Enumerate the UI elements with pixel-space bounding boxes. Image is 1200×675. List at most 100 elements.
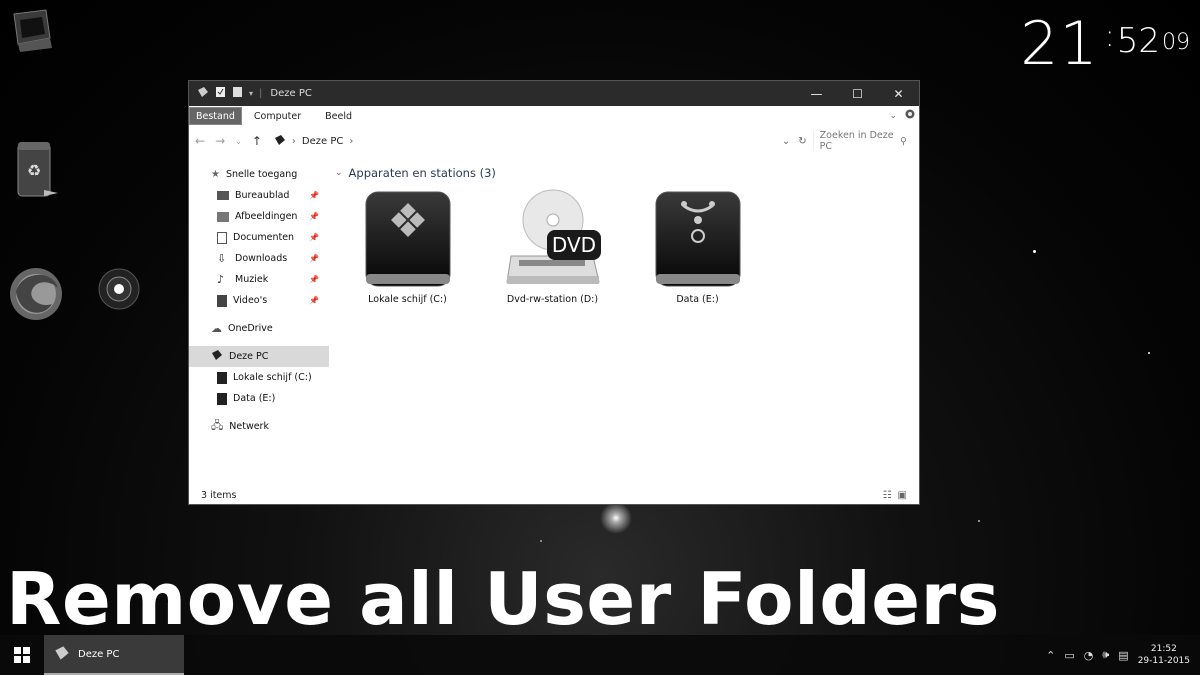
nav-network[interactable]: 🖧 Netwerk [189, 416, 329, 437]
orb-app-icon[interactable] [96, 266, 142, 316]
quick-access-toolbar: ▾ | [189, 86, 262, 101]
nav-label: Snelle toegang [225, 169, 298, 180]
nav-item-pictures[interactable]: Afbeeldingen 📌 [189, 206, 329, 227]
system-tray: ⌃ ▭ ◔ 🕪 ▤ 21:52 29-11-2015 [1046, 635, 1190, 675]
nav-item-documents[interactable]: Documenten 📌 [189, 227, 329, 248]
recent-chevron-icon[interactable]: ⌄ [235, 137, 242, 146]
drive-icon [217, 371, 227, 384]
back-arrow-icon[interactable]: ← [195, 134, 205, 148]
drive-item-e[interactable]: Data (E:) [625, 186, 770, 305]
minimize-button[interactable]: — [796, 81, 837, 106]
clock-minutes: 52 [1116, 21, 1160, 61]
pin-icon[interactable]: 📌 [309, 191, 319, 200]
nav-item-downloads[interactable]: ⇩ Downloads 📌 [189, 248, 329, 269]
window-title: Deze PC [270, 88, 312, 99]
pin-icon[interactable]: 📌 [309, 296, 319, 305]
collapse-chevron-icon[interactable]: ⌄ [335, 168, 343, 178]
tab-computer[interactable]: Computer [242, 106, 313, 126]
taskbar-button-label: Deze PC [78, 648, 120, 660]
taskbar-explorer-button[interactable]: Deze PC [44, 635, 184, 675]
nav-this-pc[interactable]: Deze PC [189, 346, 329, 367]
search-box[interactable]: Zoeken in Deze PC ⚲ [812, 130, 913, 152]
firefox-icon[interactable] [6, 262, 66, 330]
forward-arrow-icon[interactable]: → [215, 134, 225, 148]
drive-item-c[interactable]: Lokale schijf (C:) [335, 186, 480, 305]
ribbon-tabs: Bestand Computer Beeld ⌄ [189, 106, 919, 126]
star [540, 540, 542, 542]
action-center-icon[interactable]: ▤ [1118, 649, 1128, 662]
breadcrumb-separator: › [291, 135, 296, 147]
bright-star [600, 502, 632, 534]
search-placeholder: Zoeken in Deze PC [819, 130, 894, 152]
new-folder-icon[interactable] [232, 86, 243, 101]
large-icons-view-icon[interactable]: ▣ [898, 490, 907, 501]
drive-name: Data (E:) [676, 294, 719, 305]
this-pc-icon [274, 134, 286, 149]
recycle-bin-icon[interactable]: ♻ [14, 138, 60, 204]
chevron-up-icon[interactable]: ⌃ [1046, 649, 1055, 662]
group-header[interactable]: ⌄ Apparaten en stations (3) [335, 166, 919, 180]
help-icon[interactable] [905, 109, 915, 122]
maximize-button[interactable]: ☐ [837, 81, 878, 106]
nav-item-local-disk-c[interactable]: Lokale schijf (C:) [189, 367, 329, 388]
nav-item-videos[interactable]: Video's 📌 [189, 290, 329, 311]
banner-caption: Remove all User Folders [6, 557, 1000, 641]
windows-drive-icon [365, 191, 450, 287]
breadcrumb-this-pc[interactable]: Deze PC [302, 136, 343, 147]
nav-item-data-e[interactable]: Data (E:) [189, 388, 329, 409]
tab-view[interactable]: Beeld [313, 106, 364, 126]
group-title: Apparaten en stations (3) [348, 166, 496, 180]
downloads-arrow-icon: ⇩ [217, 252, 227, 265]
nav-item-desktop[interactable]: Bureaublad 📌 [189, 185, 329, 206]
pin-icon[interactable]: 📌 [309, 275, 319, 284]
nav-label: Lokale schijf (C:) [233, 372, 312, 383]
start-button[interactable] [0, 635, 44, 675]
desktop-clock: 21 : 52 09 [1020, 12, 1190, 76]
tray-clock[interactable]: 21:52 29-11-2015 [1138, 643, 1190, 667]
desktop-computer-icon[interactable] [8, 8, 54, 58]
chevron-down-icon[interactable]: ▾ [249, 89, 253, 98]
documents-folder-icon [217, 231, 227, 244]
title-bar[interactable]: ▾ | Deze PC — ☐ ✕ [189, 81, 919, 106]
file-list: ⌄ Apparaten en stations (3) Lokale schij… [329, 156, 919, 486]
windows-logo-icon [14, 647, 30, 663]
drive-name: Lokale schijf (C:) [368, 294, 447, 305]
nav-label: Data (E:) [233, 393, 276, 404]
item-count: 3 items [201, 489, 237, 501]
pin-icon[interactable]: 📌 [309, 212, 319, 221]
firewire-drive-icon [655, 191, 740, 287]
up-arrow-icon[interactable]: ↑ [252, 134, 262, 148]
details-view-icon[interactable]: ☷ [883, 490, 892, 501]
music-note-icon: ♪ [217, 273, 225, 286]
nav-onedrive[interactable]: ☁ OneDrive [189, 318, 329, 339]
navigation-pane: ★ Snelle toegang Bureaublad 📌 Afbeelding… [189, 156, 329, 486]
address-bar[interactable]: › Deze PC › [268, 131, 788, 151]
taskbar: Deze PC ⌃ ▭ ◔ 🕪 ▤ 21:52 29-11-2015 [0, 635, 1200, 675]
nav-label: Netwerk [229, 421, 269, 432]
pin-icon[interactable]: 📌 [309, 233, 319, 242]
svg-text:♻: ♻ [27, 161, 41, 180]
nav-label: Deze PC [229, 351, 269, 362]
drive-item-d[interactable]: DVD Dvd-rw-station (D:) [480, 186, 625, 305]
close-button[interactable]: ✕ [878, 81, 919, 106]
nav-label: Documenten [233, 232, 295, 243]
nav-quick-access[interactable]: ★ Snelle toegang [189, 164, 329, 185]
drive-name: Dvd-rw-station (D:) [506, 294, 599, 305]
address-dropdown-icon[interactable]: ⌄ [782, 136, 790, 147]
explorer-window: ▾ | Deze PC — ☐ ✕ Bestand Computer Beeld… [188, 80, 920, 505]
pin-icon[interactable]: 📌 [309, 254, 319, 263]
tab-file[interactable]: Bestand [189, 107, 242, 125]
this-pc-icon [211, 349, 223, 364]
dvd-badge-label: DVD [551, 233, 595, 257]
wifi-icon[interactable]: ◔ [1084, 649, 1094, 662]
expand-ribbon-icon[interactable]: ⌄ [889, 111, 897, 121]
battery-icon[interactable]: ▭ [1064, 649, 1074, 662]
nav-item-music[interactable]: ♪ Muziek 📌 [189, 269, 329, 290]
properties-icon[interactable] [215, 86, 226, 101]
refresh-icon[interactable]: ↻ [798, 136, 806, 147]
network-icon: 🖧 [211, 419, 224, 432]
clock-seconds: 09 [1162, 30, 1190, 55]
desktop-folder-icon [217, 191, 229, 200]
volume-icon[interactable]: 🕪 [1102, 648, 1109, 662]
this-pc-icon [54, 645, 70, 664]
